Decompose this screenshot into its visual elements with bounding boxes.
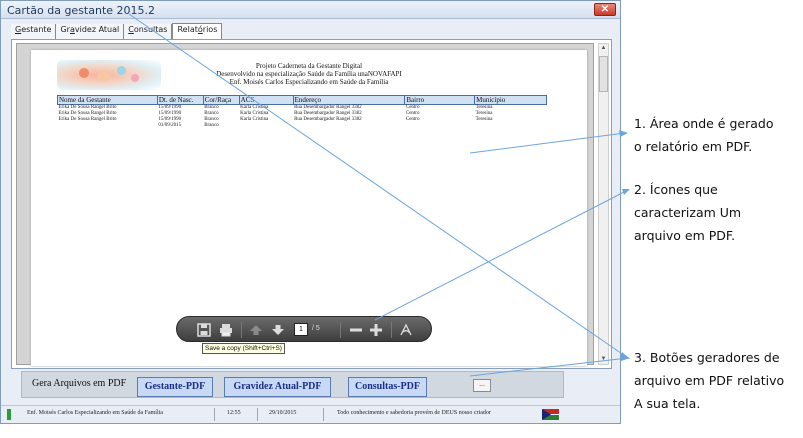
report-table: Nome da Gestante Dt. de Nasc. Cor/Raça A… [57,95,547,129]
table-cell [239,123,293,129]
pdf-generation-label: Gera Arquivos em PDF [32,378,127,389]
status-motto: Todo conhecimento e sabedoria provém de … [337,410,491,416]
page-total: / 5 [312,325,320,332]
status-indicator-icon [7,409,11,420]
close-button[interactable]: ✕ [594,3,616,16]
report-header: Projeto Caderneta da Gestante Digital De… [31,62,587,86]
window-title: Cartão da gestante 2015.2 [7,4,156,17]
table-cell [58,123,158,129]
column-header: Município [474,95,547,105]
consultas-pdf-button[interactable]: Consultas-PDF [348,377,427,397]
tab-strip: Gestante Gravidez Atual Consultas Relató… [11,23,223,39]
gravidez-atual-pdf-button[interactable]: Gravidez Atual-PDF [224,377,331,397]
table-cell [405,123,475,129]
table-cell: Branco [204,123,219,128]
table-cell [475,123,547,129]
annotation-note-3: 3. Botões geradores de arquivo em PDF re… [634,350,785,411]
column-header: Dt. de Nasc. [156,95,204,105]
report-header-line: Desenvolvido na especialização Saúde da … [216,70,402,78]
table-cell [293,123,405,129]
table-header-row: Nome da Gestante Dt. de Nasc. Cor/Raça A… [57,95,547,105]
pdf-toolbar: 1 / 5 [176,316,432,342]
table-row: 01/09/2015 Branco [58,123,547,129]
title-bar: Cartão da gestante 2015.2 ✕ [1,1,620,19]
status-date: 29/10/2015 [269,410,297,416]
page-up-icon[interactable] [249,323,263,337]
column-header: Endereço [292,95,406,105]
table-cell: 01/09/2015 [158,123,182,128]
annotation-note-2: 2. Ícones que caracterizam Um arquivo em… [634,182,742,243]
status-time: 12:55 [227,410,241,416]
zoom-in-icon[interactable] [369,323,383,337]
vertical-scrollbar[interactable]: ▲ ▼ [598,43,609,365]
gestante-pdf-button[interactable]: Gestante-PDF [137,377,213,397]
report-header-line: Enf. Moisés Carlos Especializando em Saú… [229,78,389,86]
pdf-generation-bar: Gera Arquivos em PDF Gestante-PDF Gravid… [21,371,564,398]
zoom-out-icon[interactable] [349,323,363,337]
status-bar: Enf. Moisés Carlos Especializando em Saú… [1,405,620,423]
app-window: Cartão da gestante 2015.2 ✕ Gestante Gra… [0,0,621,424]
tab-consultas[interactable]: Consultas [124,24,173,39]
save-icon[interactable] [197,323,211,337]
page-number-input[interactable]: 1 [294,323,308,336]
tab-gravidez-atual[interactable]: Gravidez Atual [56,24,125,39]
scroll-down-arrow-icon[interactable]: ▼ [599,355,608,364]
column-header: Bairro [404,95,476,105]
scroll-thumb[interactable] [599,56,608,92]
report-header-line: Projeto Caderneta da Gestante Digital [255,62,363,70]
scroll-up-arrow-icon[interactable]: ▲ [599,44,608,53]
more-options-button[interactable]: ... [473,379,491,392]
adobe-sign-icon[interactable] [399,323,413,337]
tab-gestante[interactable]: Gestante [11,24,57,39]
status-author: Enf. Moisés Carlos Especializando em Saú… [27,410,163,416]
tab-relatorios[interactable]: Relatórios [172,23,223,39]
annotation-note-1: 1. Área onde é gerado o relatório em PDF… [634,116,774,154]
flag-icon [542,409,559,420]
column-header: Nome da Gestante [57,95,158,105]
column-header: ACS [238,95,294,105]
save-tooltip: Save a copy (Shift+Ctrl+S) [202,343,285,354]
column-header: Cor/Raça [202,95,240,105]
page-down-icon[interactable] [271,323,285,337]
print-icon[interactable] [219,323,233,337]
